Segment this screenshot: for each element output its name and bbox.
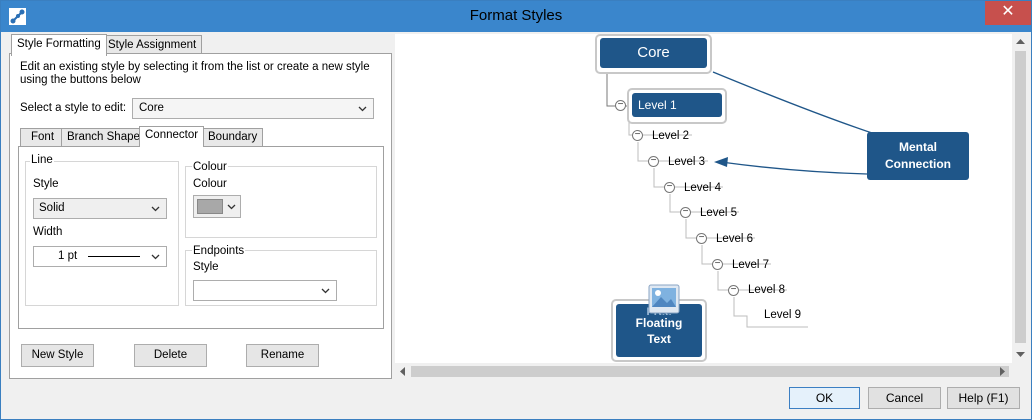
- level4-topic[interactable]: Level 4: [684, 182, 721, 194]
- mental-connection-topic[interactable]: Mental Connection: [867, 132, 969, 180]
- vertical-scrollbar[interactable]: [1012, 34, 1029, 363]
- chevron-down-icon: [358, 106, 367, 112]
- help-button[interactable]: Help (F1): [947, 387, 1020, 409]
- chevron-down-icon: [151, 206, 160, 212]
- window-title: Format Styles: [469, 7, 563, 24]
- style-select[interactable]: Core: [132, 98, 374, 119]
- subtab-connector[interactable]: Connector: [139, 126, 205, 147]
- style-select-value: Core: [139, 102, 164, 114]
- subtab-label: Connector: [145, 129, 199, 141]
- style-preview-canvas[interactable]: Core Level 1 − − Level 2 − Level 3 − Lev…: [395, 34, 1023, 363]
- horizontal-scrollbar[interactable]: [395, 363, 1029, 379]
- level8-topic[interactable]: Level 8: [748, 284, 785, 296]
- subtab-font[interactable]: Font: [20, 128, 66, 147]
- image-icon: [648, 284, 680, 314]
- tab-style-assignment[interactable]: Style Assignment: [102, 35, 203, 55]
- subtab-label: Boundary: [208, 131, 258, 143]
- level7-topic[interactable]: Level 7: [732, 259, 769, 271]
- style-formatting-panel: Style Formatting Style Assignment Edit a…: [9, 34, 392, 379]
- scroll-up-icon[interactable]: [1016, 38, 1025, 45]
- core-topic[interactable]: Core: [600, 38, 707, 68]
- title-bar: Format Styles ✕: [1, 1, 1031, 32]
- level2-topic[interactable]: Level 2: [652, 130, 689, 142]
- collapse-icon[interactable]: −: [712, 259, 723, 270]
- collapse-icon[interactable]: −: [664, 182, 675, 193]
- level6-topic[interactable]: Level 6: [716, 233, 753, 245]
- level9-topic[interactable]: Level 9: [764, 309, 801, 321]
- line-width-select[interactable]: 1 pt: [33, 246, 167, 267]
- line-style-value: Solid: [39, 202, 65, 214]
- connector-lines: [606, 71, 876, 328]
- tab-label: Style Formatting: [17, 38, 101, 50]
- line-group-title: Line: [30, 154, 54, 166]
- collapse-icon[interactable]: −: [728, 285, 739, 296]
- subtab-branch-shape[interactable]: Branch Shape: [61, 128, 146, 147]
- line-width-preview: [88, 256, 140, 257]
- colour-group-title: Colour: [192, 161, 228, 173]
- line-style-label: Style: [33, 178, 59, 190]
- cancel-button[interactable]: Cancel: [868, 387, 941, 409]
- endpoints-group-title: Endpoints: [192, 245, 246, 257]
- collapse-icon[interactable]: −: [648, 156, 659, 167]
- select-style-label: Select a style to edit:: [20, 102, 127, 114]
- new-style-button[interactable]: New Style: [21, 344, 94, 367]
- line-width-label: Width: [33, 226, 63, 238]
- close-icon: ✕: [1001, 3, 1015, 20]
- subtab-boundary[interactable]: Boundary: [202, 128, 264, 147]
- colour-swatch: [197, 199, 223, 214]
- scroll-right-icon[interactable]: [999, 367, 1006, 376]
- chevron-down-icon: [151, 254, 160, 260]
- delete-button[interactable]: Delete: [134, 344, 207, 367]
- level3-topic[interactable]: Level 3: [668, 156, 705, 168]
- rename-button[interactable]: Rename: [246, 344, 319, 367]
- level5-topic[interactable]: Level 5: [700, 207, 737, 219]
- collapse-icon[interactable]: −: [615, 100, 626, 111]
- subtab-label: Branch Shape: [67, 131, 140, 143]
- colour-label: Colour: [193, 178, 227, 190]
- format-styles-window: Format Styles ✕ Style Formatting Style A…: [0, 0, 1032, 420]
- line-style-select[interactable]: Solid: [33, 198, 167, 219]
- line-width-value: 1 pt: [58, 250, 78, 262]
- tab-style-formatting[interactable]: Style Formatting: [11, 34, 107, 56]
- colour-picker[interactable]: [193, 195, 241, 218]
- intro-text: Edit an existing style by selecting it f…: [20, 61, 370, 86]
- level1-topic[interactable]: Level 1: [632, 93, 722, 117]
- floating-text-label: Floating Text: [635, 316, 683, 346]
- connector-panel: Line Style Solid Width 1 pt Colour Colou…: [18, 146, 384, 329]
- collapse-icon[interactable]: −: [696, 233, 707, 244]
- scroll-left-icon[interactable]: [399, 367, 406, 376]
- collapse-icon[interactable]: −: [680, 207, 691, 218]
- tab-label: Style Assignment: [108, 39, 197, 51]
- close-button[interactable]: ✕: [985, 1, 1031, 25]
- chevron-down-icon: [227, 204, 236, 210]
- endpoints-style-label: Style: [193, 261, 219, 273]
- collapse-icon[interactable]: −: [632, 130, 643, 141]
- ok-button[interactable]: OK: [789, 387, 860, 409]
- horizontal-scroll-thumb[interactable]: [411, 366, 1009, 377]
- scroll-down-icon[interactable]: [1016, 351, 1025, 358]
- vertical-scroll-thumb[interactable]: [1015, 51, 1026, 343]
- endpoints-style-select[interactable]: [193, 280, 337, 301]
- subtab-label: Font: [31, 131, 55, 143]
- chevron-down-icon: [321, 288, 330, 294]
